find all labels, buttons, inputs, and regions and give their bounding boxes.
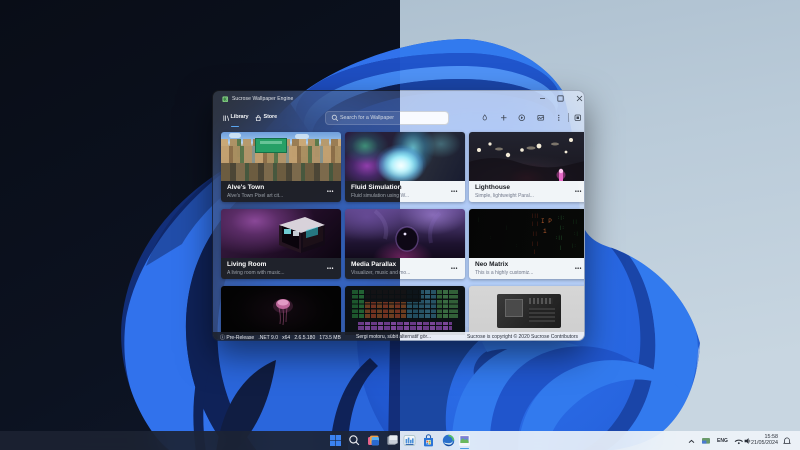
svg-text::|:: :|: [557, 215, 565, 221]
svg-text:|: | [505, 225, 508, 231]
svg-text:||: || [572, 219, 577, 225]
svg-text:1: 1 [543, 228, 547, 235]
svg-text:| |: | | [531, 241, 539, 247]
svg-text::|: :| [573, 231, 578, 237]
svg-text:I P: I P [541, 218, 552, 225]
svg-text:|: | [533, 249, 536, 255]
svg-text:| |: | | [531, 221, 539, 227]
svg-text::: : [489, 236, 492, 241]
svg-text:|: | [559, 245, 562, 251]
svg-text:||: || [532, 231, 537, 237]
svg-text:|:: |: [571, 243, 576, 249]
svg-text::: : [515, 244, 518, 249]
svg-text:|: | [477, 217, 480, 223]
svg-text:|:: |: [559, 225, 564, 231]
svg-text::||: :|| [555, 235, 563, 241]
svg-text:|||: ||| [531, 213, 539, 219]
